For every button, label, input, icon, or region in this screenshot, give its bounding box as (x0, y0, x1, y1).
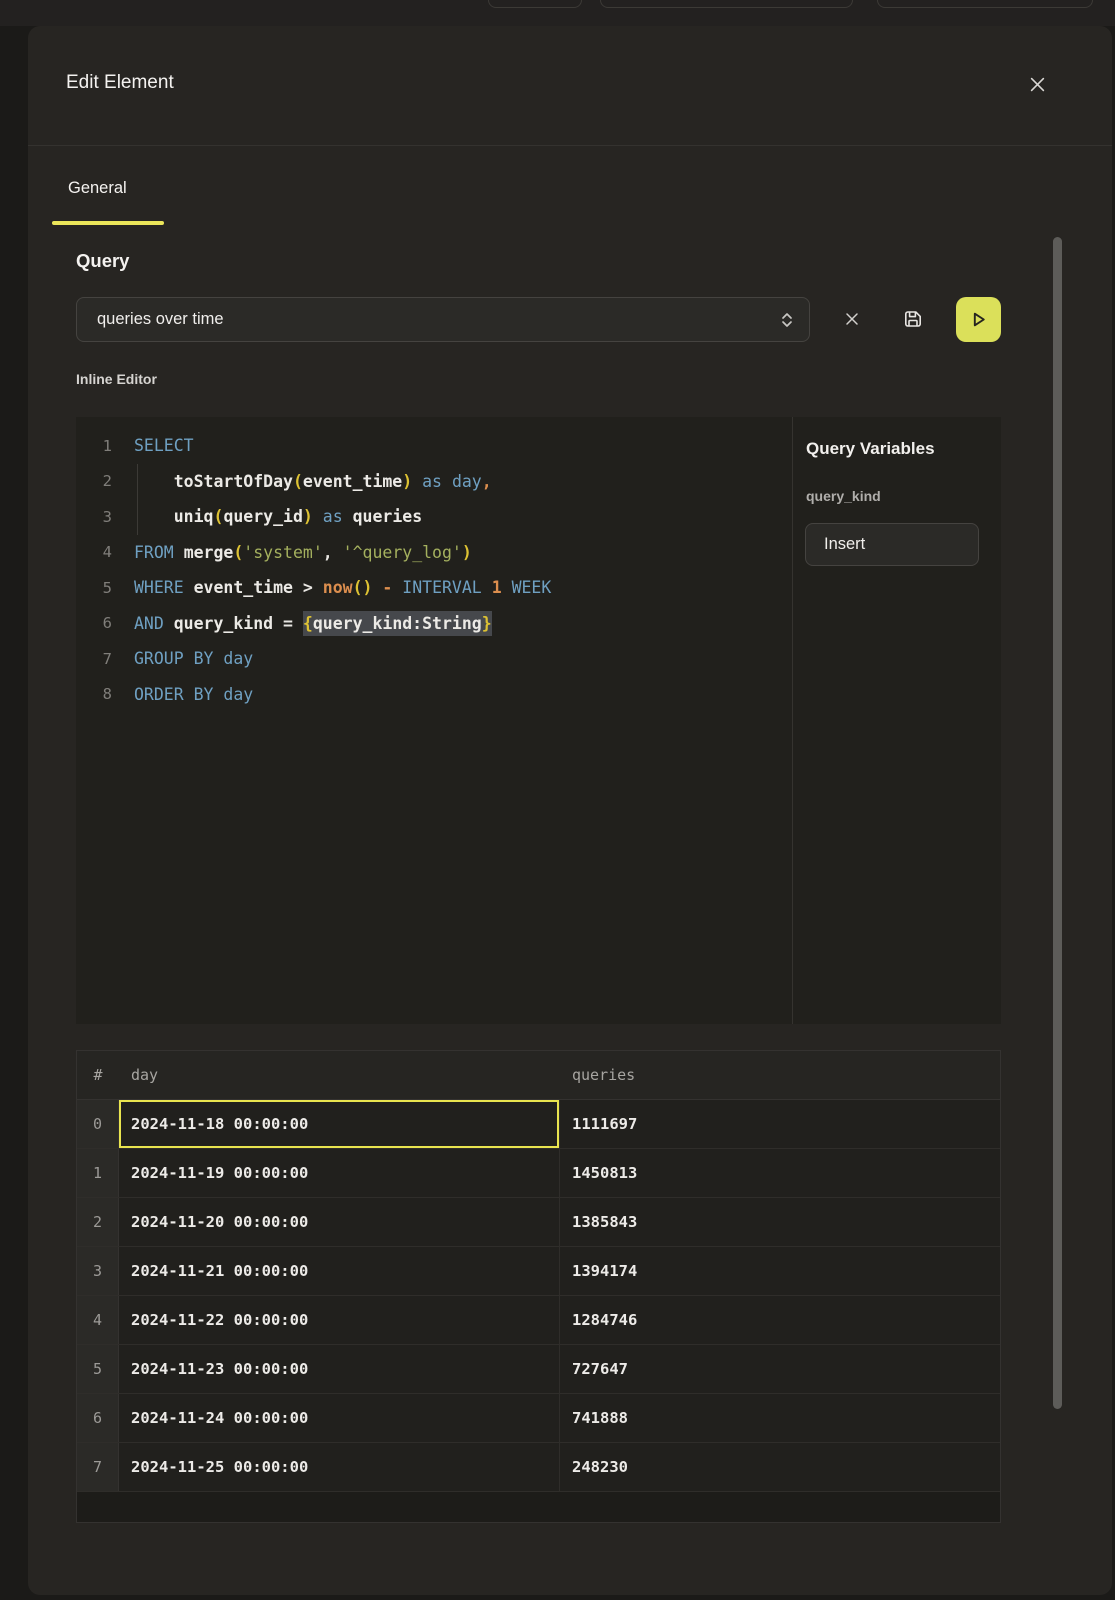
queries-cell[interactable]: 1394174 (560, 1247, 1000, 1295)
topbar-button-outline (877, 0, 1093, 8)
table-row: 72024-11-25 00:00:00248230 (77, 1443, 1000, 1492)
code-line: 4FROM merge('system', '^query_log') (76, 535, 792, 571)
day-cell[interactable]: 2024-11-23 00:00:00 (119, 1345, 560, 1393)
code-line: 7GROUP BY day (76, 641, 792, 677)
day-cell-selected[interactable]: 2024-11-18 00:00:00 (119, 1100, 560, 1148)
inline-editor-label: Inline Editor (76, 371, 157, 387)
query-variables-heading: Query Variables (806, 439, 935, 459)
code-line: 2 toStartOfDay(event_time) as day, (76, 464, 792, 500)
save-floppy-icon (901, 307, 925, 331)
clear-selection-button[interactable] (835, 302, 869, 336)
line-number: 4 (76, 543, 112, 561)
row-index-cell: 5 (77, 1345, 119, 1393)
queries-cell[interactable]: 741888 (560, 1394, 1000, 1442)
line-number: 2 (76, 472, 112, 490)
indent-guide (137, 464, 138, 535)
day-cell[interactable]: 2024-11-22 00:00:00 (119, 1296, 560, 1344)
line-number: 6 (76, 614, 112, 632)
queries-cell[interactable]: 1385843 (560, 1198, 1000, 1246)
day-cell[interactable]: 2024-11-21 00:00:00 (119, 1247, 560, 1295)
query-section-heading: Query (76, 250, 129, 272)
results-table-header: # day queries (77, 1051, 1000, 1100)
topbar-button-outline (600, 0, 853, 8)
results-tbody: 02024-11-18 00:00:00111169712024-11-19 0… (77, 1100, 1000, 1492)
queries-cell[interactable]: 1284746 (560, 1296, 1000, 1344)
background-toolbar (0, 0, 1115, 26)
day-cell[interactable]: 2024-11-20 00:00:00 (119, 1198, 560, 1246)
row-index-cell: 3 (77, 1247, 119, 1295)
queries-cell[interactable]: 1450813 (560, 1149, 1000, 1197)
code-line: 8ORDER BY day (76, 677, 792, 713)
clear-icon (845, 312, 859, 326)
line-number: 8 (76, 685, 112, 703)
unfold-chevrons-icon (779, 311, 795, 329)
queries-cell[interactable]: 248230 (560, 1443, 1000, 1491)
edit-element-modal: Edit Element General Query queries over … (28, 26, 1112, 1595)
row-index-cell: 6 (77, 1394, 119, 1442)
line-number: 7 (76, 650, 112, 668)
inline-editor: 1SELECT2 toStartOfDay(event_time) as day… (76, 417, 1001, 1024)
page-title: Edit Element (66, 72, 174, 94)
day-cell[interactable]: 2024-11-24 00:00:00 (119, 1394, 560, 1442)
tab-general[interactable]: General (68, 179, 127, 198)
table-row: 22024-11-20 00:00:001385843 (77, 1198, 1000, 1247)
play-icon (969, 310, 988, 329)
queries-cell[interactable]: 1111697 (560, 1100, 1000, 1148)
query-variables-panel: Query Variables query_kind Insert (792, 417, 1001, 1024)
topbar-button-outline (488, 0, 582, 8)
day-cell[interactable]: 2024-11-19 00:00:00 (119, 1149, 560, 1197)
table-row: 32024-11-21 00:00:001394174 (77, 1247, 1000, 1296)
tab-active-underline (52, 221, 164, 225)
row-index-cell: 1 (77, 1149, 119, 1197)
close-icon (1030, 77, 1045, 92)
query-select-value: queries over time (97, 310, 779, 329)
table-row: 42024-11-22 00:00:001284746 (77, 1296, 1000, 1345)
column-header-day: day (119, 1051, 560, 1099)
close-button[interactable] (1026, 73, 1048, 95)
header-divider (28, 145, 1112, 146)
row-index-cell: 7 (77, 1443, 119, 1491)
insert-variable-button[interactable]: Insert (805, 523, 979, 566)
row-index-cell: 2 (77, 1198, 119, 1246)
line-number: 3 (76, 508, 112, 526)
line-number: 5 (76, 579, 112, 597)
code-line: 3 uniq(query_id) as queries (76, 499, 792, 535)
table-row: 62024-11-24 00:00:00741888 (77, 1394, 1000, 1443)
code-line: 6AND query_kind = {query_kind:String} (76, 606, 792, 642)
query-select[interactable]: queries over time (76, 297, 810, 342)
table-row: 52024-11-23 00:00:00727647 (77, 1345, 1000, 1394)
vertical-scrollbar[interactable] (1053, 237, 1062, 1409)
queries-cell[interactable]: 727647 (560, 1345, 1000, 1393)
day-cell[interactable]: 2024-11-25 00:00:00 (119, 1443, 560, 1491)
row-index-cell: 4 (77, 1296, 119, 1344)
code-lines: 1SELECT2 toStartOfDay(event_time) as day… (76, 428, 792, 712)
run-query-button[interactable] (956, 297, 1001, 342)
sql-code-editor[interactable]: 1SELECT2 toStartOfDay(event_time) as day… (76, 417, 792, 1024)
code-line: 1SELECT (76, 428, 792, 464)
code-line: 5WHERE event_time > now() - INTERVAL 1 W… (76, 570, 792, 606)
save-query-button[interactable] (896, 302, 930, 336)
column-header-index: # (77, 1051, 119, 1099)
variable-name-label: query_kind (806, 488, 881, 504)
line-number: 1 (76, 437, 112, 455)
table-row: 12024-11-19 00:00:001450813 (77, 1149, 1000, 1198)
row-index-cell: 0 (77, 1100, 119, 1148)
table-row: 02024-11-18 00:00:001111697 (77, 1100, 1000, 1149)
column-header-queries: queries (560, 1051, 1000, 1099)
results-table: # day queries 02024-11-18 00:00:00111169… (76, 1050, 1001, 1523)
